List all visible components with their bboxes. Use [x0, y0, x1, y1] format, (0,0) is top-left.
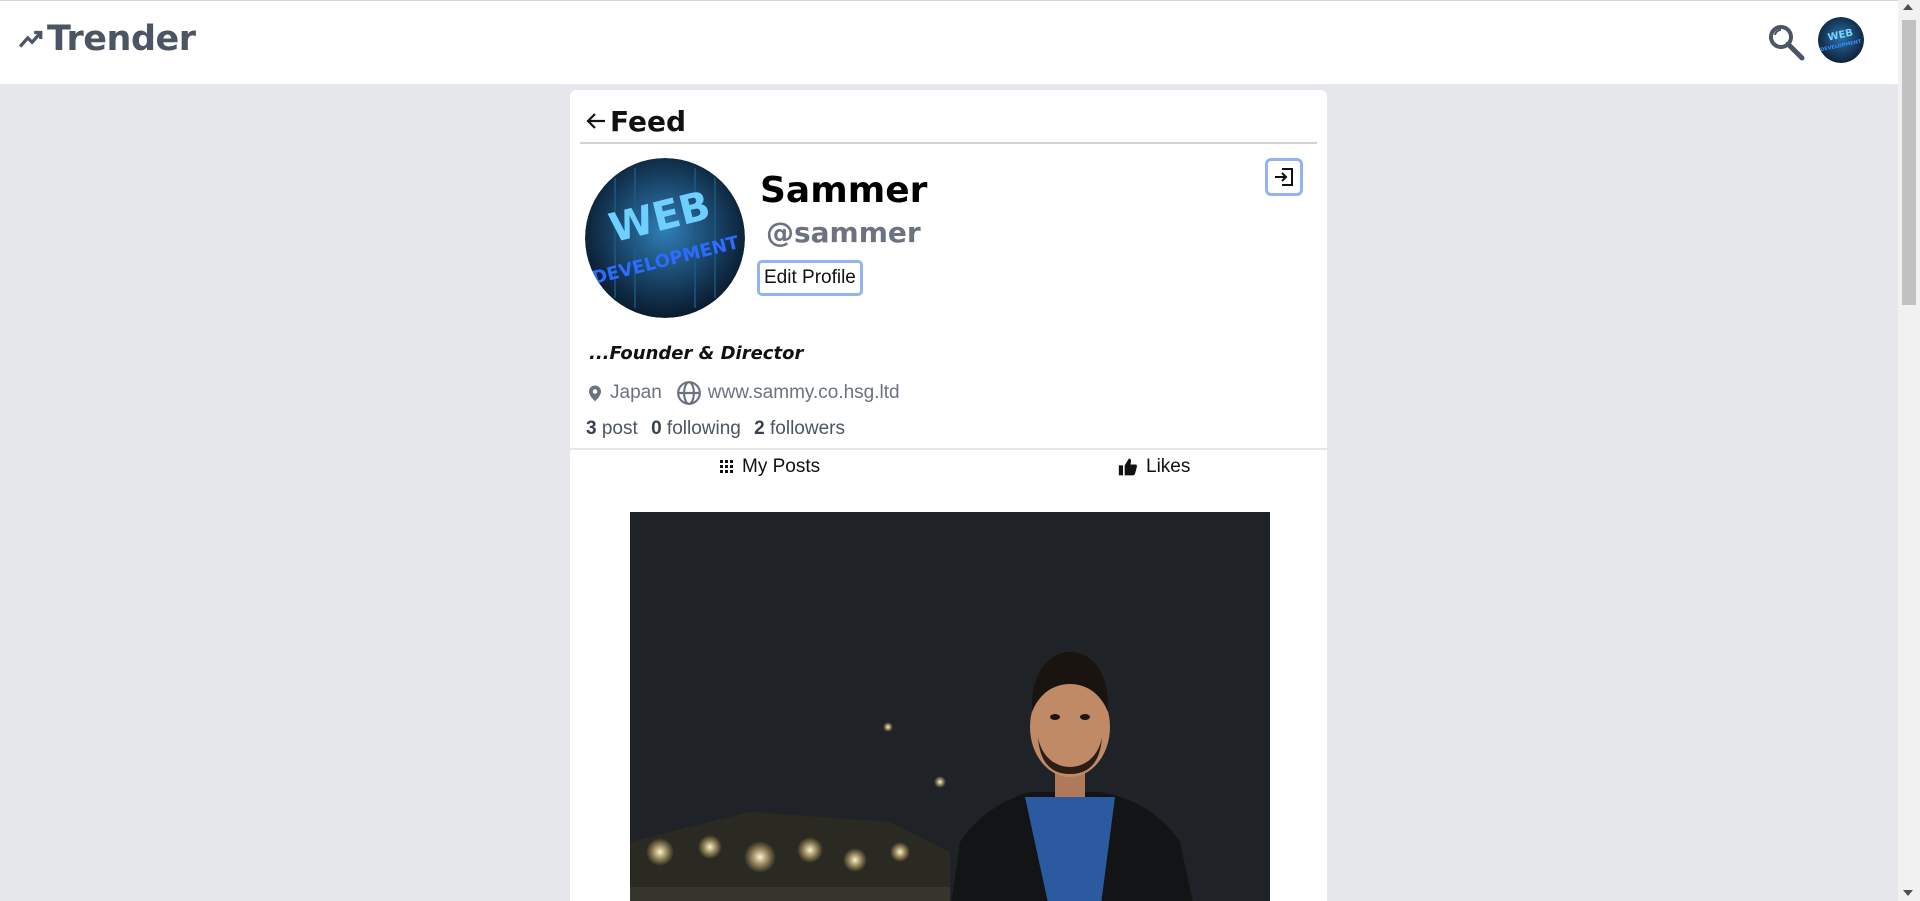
followers-count[interactable]: 2 [754, 418, 765, 439]
feed-header: Feed [580, 100, 1317, 144]
following-count[interactable]: 0 [651, 418, 662, 439]
tab-likes[interactable]: Likes [1118, 456, 1190, 478]
post-count: 3 [586, 418, 597, 439]
profile-meta: Japan www.sammy.co.hsg.ltd [586, 380, 900, 406]
logout-icon [1275, 168, 1293, 186]
brand-name: Trender [47, 19, 196, 59]
scrollbar-thumb[interactable] [1902, 20, 1916, 305]
trending-up-icon [18, 30, 43, 48]
tab-my-posts-label: My Posts [742, 456, 821, 477]
post-count-label: post [601, 418, 638, 439]
thumbs-up-icon [1118, 458, 1137, 476]
brand-logo[interactable]: Trender [16, 19, 196, 59]
scroll-down-arrow-icon[interactable] [1903, 890, 1913, 896]
scroll-up-arrow-icon[interactable] [1903, 4, 1913, 10]
grid-icon [720, 460, 733, 473]
tab-likes-label: Likes [1146, 456, 1191, 477]
profile-stats: 3 post 0 following 2 followers [586, 418, 845, 440]
profile-card: Feed WEB DEVELOPMENT Sammer @sammer Edit… [570, 90, 1327, 901]
profile-website-link[interactable]: www.sammy.co.hsg.ltd [708, 382, 900, 404]
profile-handle: @sammer [766, 216, 921, 249]
profile-name: Sammer [760, 170, 928, 211]
edit-profile-button[interactable]: Edit Profile [757, 260, 863, 296]
globe-icon [676, 381, 701, 405]
followers-count-label[interactable]: followers [770, 418, 845, 439]
profile-location: Japan [610, 382, 662, 403]
feed-title: Feed [610, 104, 687, 138]
profile-tabs: My Posts Likes [570, 448, 1327, 490]
profile-avatar: WEB DEVELOPMENT [585, 158, 745, 318]
logout-button[interactable] [1265, 158, 1303, 196]
search-icon[interactable] [1766, 22, 1806, 62]
back-arrow-icon[interactable] [584, 109, 608, 133]
profile-bio: ...Founder & Director [589, 343, 804, 364]
post-image[interactable] [630, 512, 1270, 901]
tab-my-posts[interactable]: My Posts [720, 456, 820, 478]
top-navbar: Trender WEB DEVELOPMENT [0, 0, 1898, 85]
user-avatar[interactable]: WEB DEVELOPMENT [1818, 17, 1864, 63]
location-pin-icon [589, 385, 601, 402]
following-count-label[interactable]: following [667, 418, 741, 439]
